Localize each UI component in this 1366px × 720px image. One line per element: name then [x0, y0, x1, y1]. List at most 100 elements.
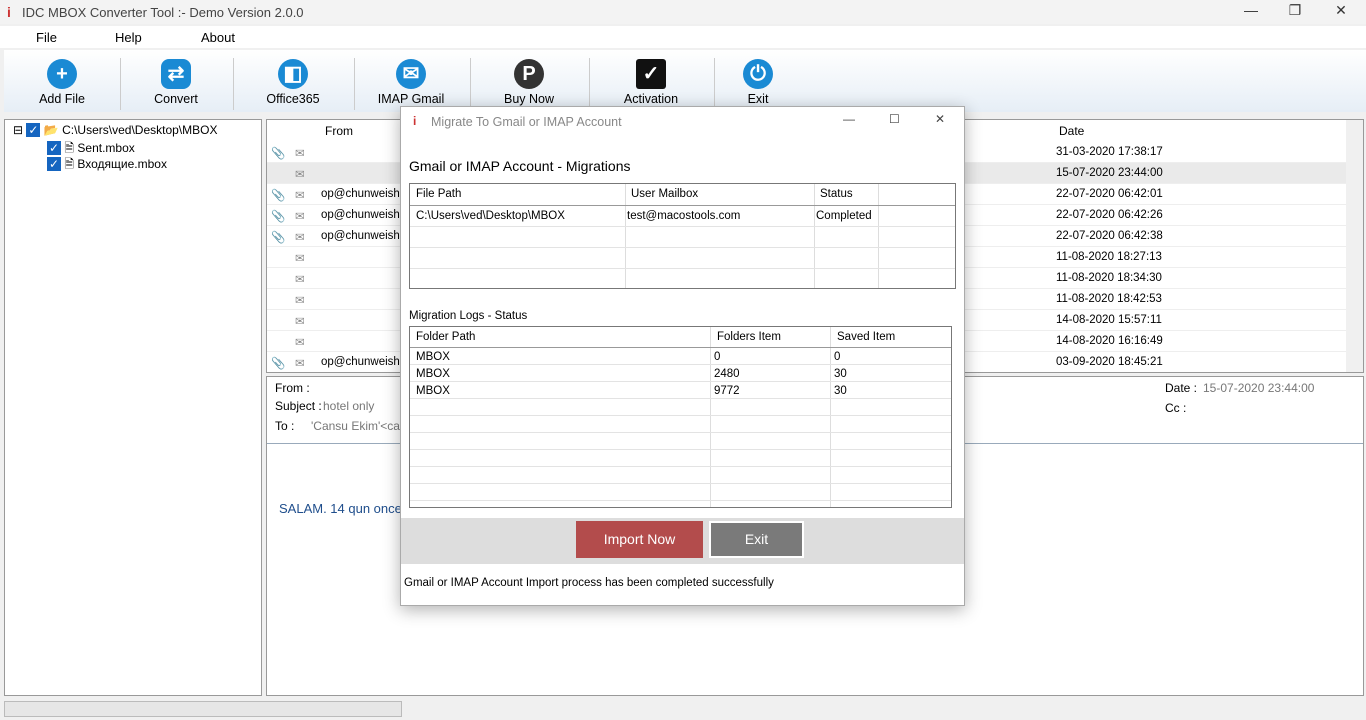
- envelope-icon: ✉: [295, 211, 305, 223]
- header-folder-path: Folder Path: [416, 331, 476, 343]
- subject-value: hotel only: [323, 399, 375, 413]
- tree-label: Входящие.mbox: [77, 157, 167, 171]
- envelope-icon: ✉: [295, 358, 305, 370]
- label: Buy Now: [503, 92, 555, 106]
- dialog-close-button[interactable]: ✕: [935, 112, 945, 126]
- log-cell: MBOX: [416, 368, 450, 380]
- dialog-maximize-button[interactable]: ☐: [889, 112, 900, 126]
- column-from[interactable]: From: [325, 124, 353, 138]
- header-user-mailbox: User Mailbox: [631, 188, 699, 200]
- tree-item-inbox[interactable]: ✓ 🗎 Входящие.mbox: [47, 155, 167, 176]
- subject-label: Subject :: [275, 399, 322, 413]
- office-icon: ◧: [278, 59, 308, 89]
- email-from: op@chunweiship: [321, 188, 409, 200]
- mail-icon: ✉: [396, 59, 426, 89]
- email-date: 31-03-2020 17:38:17: [1056, 146, 1163, 158]
- envelope-icon: ✉: [295, 274, 305, 286]
- migrate-dialog: i Migrate To Gmail or IMAP Account — ☐ ✕…: [400, 106, 965, 606]
- activation-button[interactable]: ✓ Activation: [601, 54, 701, 106]
- email-date: 11-08-2020 18:34:30: [1056, 272, 1162, 284]
- envelope-icon: ✉: [295, 253, 305, 265]
- email-date: 14-08-2020 16:16:49: [1056, 335, 1163, 347]
- email-date: 11-08-2020 18:27:13: [1056, 251, 1162, 263]
- header-saved-item: Saved Item: [837, 331, 896, 343]
- close-button[interactable]: ✕: [1326, 2, 1356, 19]
- email-date: 22-07-2020 06:42:26: [1056, 209, 1163, 221]
- window-title: IDC MBOX Converter Tool :- Demo Version …: [22, 5, 304, 20]
- scrollbar[interactable]: [1346, 120, 1363, 372]
- power-icon: ⏻: [743, 59, 773, 89]
- maximize-button[interactable]: ❐: [1280, 2, 1310, 19]
- label: Exit: [747, 92, 769, 106]
- dialog-exit-button[interactable]: Exit: [709, 521, 804, 558]
- log-cell: 9772: [714, 385, 740, 397]
- email-date: 22-07-2020 06:42:01: [1056, 188, 1163, 200]
- email-from: op@chunweiship: [321, 356, 409, 368]
- cell-user-mailbox: test@macostools.com: [627, 210, 741, 222]
- logs-label: Migration Logs - Status: [409, 310, 528, 322]
- envelope-icon: ✉: [295, 316, 305, 328]
- toolbar: + Add File ⇄ Convert ◧ Office365 ✉ IMAP Gmai…: [4, 50, 1366, 112]
- label: IMAP Gmail: [377, 92, 445, 106]
- email-from: op@chunweiship: [321, 230, 409, 242]
- progress-bar: [4, 701, 402, 717]
- monitor-check-icon: ✓: [636, 59, 666, 89]
- envelope-icon: ✉: [295, 148, 305, 160]
- migrations-table: File Path User Mailbox Status C:\Users\v…: [409, 183, 956, 289]
- exit-button[interactable]: ⏻ Exit: [708, 54, 808, 106]
- tree-root-label: C:\Users\ved\Desktop\MBOX: [62, 123, 218, 137]
- paperclip-icon: 📎: [271, 232, 286, 244]
- date-value: 15-07-2020 23:44:00: [1203, 381, 1315, 395]
- import-now-button[interactable]: Import Now: [576, 521, 703, 558]
- envelope-icon: ✉: [295, 190, 305, 202]
- email-date: 11-08-2020 18:42:53: [1056, 293, 1162, 305]
- minimize-button[interactable]: —: [1236, 2, 1266, 18]
- title-bar: i IDC MBOX Converter Tool :- Demo Versio…: [0, 0, 1366, 24]
- log-cell: 30: [834, 385, 847, 397]
- buy-now-button[interactable]: P Buy Now: [479, 54, 579, 106]
- plus-icon: +: [47, 59, 77, 89]
- tree-label: Sent.mbox: [77, 141, 135, 155]
- dialog-heading: Gmail or IMAP Account - Migrations: [409, 158, 631, 174]
- header-status: Status: [820, 188, 853, 200]
- imap-gmail-button[interactable]: ✉ IMAP Gmail: [361, 54, 461, 106]
- label: Add File: [39, 92, 85, 106]
- cc-label: Cc :: [1165, 401, 1187, 415]
- envelope-icon: ✉: [295, 169, 305, 181]
- dialog-title: Migrate To Gmail or IMAP Account: [431, 115, 622, 129]
- email-date: 03-09-2020 18:45:21: [1056, 356, 1163, 368]
- paypal-icon: P: [514, 59, 544, 89]
- to-label: To :: [275, 419, 295, 433]
- menu-bar: File Help About: [0, 26, 1366, 48]
- envelope-icon: ✉: [295, 295, 305, 307]
- menu-file[interactable]: File: [36, 30, 57, 45]
- add-file-button[interactable]: + Add File: [12, 54, 112, 106]
- paperclip-icon: 📎: [271, 358, 286, 370]
- dialog-minimize-button[interactable]: —: [843, 112, 855, 126]
- envelope-icon: ✉: [295, 337, 305, 349]
- from-label: From :: [275, 381, 310, 395]
- logs-table: Folder Path Folders Item Saved Item MBOX…: [409, 326, 952, 508]
- tree-root[interactable]: ⊟ ✓ 📂 C:\Users\ved\Desktop\MBOX: [13, 123, 217, 137]
- log-cell: 0: [834, 351, 841, 363]
- log-cell: 0: [714, 351, 721, 363]
- envelope-icon: ✉: [295, 232, 305, 244]
- email-date: 14-08-2020 15:57:11: [1056, 314, 1162, 326]
- menu-help[interactable]: Help: [115, 30, 142, 45]
- label: Office365: [266, 92, 320, 106]
- folder-tree: ⊟ ✓ 📂 C:\Users\ved\Desktop\MBOX ✓ 🗎 Sent…: [4, 119, 262, 696]
- dialog-button-bar: Import Now Exit: [401, 518, 964, 564]
- dialog-logo-icon: i: [413, 114, 417, 128]
- log-cell: MBOX: [416, 385, 450, 397]
- log-cell: 30: [834, 368, 847, 380]
- email-date: 15-07-2020 23:44:00: [1056, 167, 1163, 179]
- paperclip-icon: 📎: [271, 211, 286, 223]
- convert-button[interactable]: ⇄ Convert: [126, 54, 226, 106]
- office365-button[interactable]: ◧ Office365: [243, 54, 343, 106]
- convert-icon: ⇄: [161, 59, 191, 89]
- label: Convert: [154, 92, 198, 106]
- log-cell: 2480: [714, 368, 740, 380]
- menu-about[interactable]: About: [201, 30, 235, 45]
- column-date[interactable]: Date: [1059, 124, 1084, 138]
- paperclip-icon: 📎: [271, 148, 286, 160]
